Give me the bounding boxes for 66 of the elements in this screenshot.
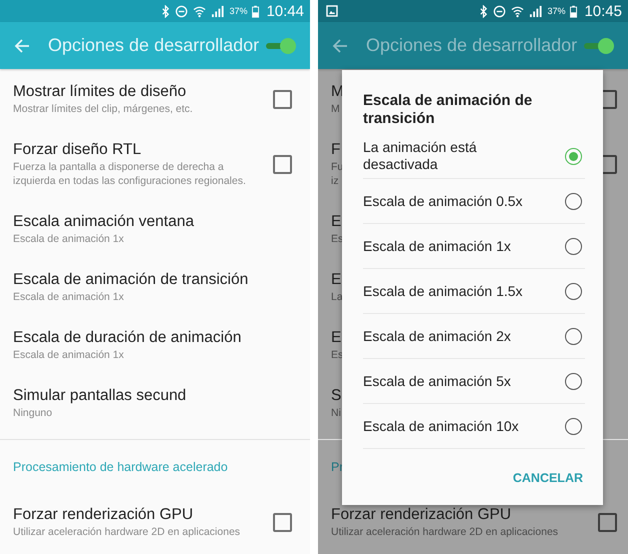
do-not-disturb-icon bbox=[175, 4, 188, 18]
clock: 10:45 bbox=[584, 2, 622, 20]
toolbar-title: Opciones de desarrollador bbox=[48, 35, 260, 56]
checkbox[interactable] bbox=[598, 512, 617, 532]
setting-title: S bbox=[331, 386, 342, 406]
option-row[interactable]: Escala de animación 1x bbox=[363, 224, 585, 269]
setting-title: Escala de animación de transición bbox=[13, 270, 248, 290]
radio-button[interactable] bbox=[565, 418, 582, 434]
battery-percent: 37% bbox=[547, 6, 566, 16]
back-arrow-icon bbox=[14, 38, 30, 54]
setting-description: Escala de animación 1x bbox=[13, 232, 124, 246]
wifi-icon bbox=[511, 4, 524, 18]
option-row[interactable]: Escala de animación 5x bbox=[363, 359, 585, 404]
setting-title: Escala de duración de animación bbox=[13, 328, 242, 348]
radio-button[interactable] bbox=[565, 238, 582, 254]
section-header: Procesamiento de hardware acelerado bbox=[13, 460, 228, 474]
checkbox[interactable] bbox=[273, 90, 292, 108]
do-not-disturb-icon bbox=[493, 4, 506, 18]
option-row[interactable]: Escala de animación 2x bbox=[363, 314, 585, 359]
battery-icon bbox=[570, 4, 578, 18]
setting-title: E bbox=[331, 212, 342, 232]
setting-description: Mostrar límites del clip, márgenes, etc. bbox=[13, 102, 193, 116]
signal-icon bbox=[211, 4, 224, 18]
setting-title: Simular pantallas secund bbox=[13, 386, 186, 406]
setting-title: Forzar renderización GPU bbox=[13, 505, 194, 525]
setting-description: Escala de animación 1x bbox=[13, 290, 124, 304]
setting-title: F bbox=[331, 140, 340, 160]
option-row[interactable]: Escala de animación 1.5x bbox=[363, 269, 585, 314]
radio-button[interactable] bbox=[565, 192, 582, 210]
setting-title: Forzar diseño RTL bbox=[13, 140, 142, 160]
wifi-icon bbox=[193, 4, 206, 18]
radio-button[interactable] bbox=[565, 282, 582, 300]
setting-title: E bbox=[331, 270, 342, 290]
setting-description: M bbox=[331, 102, 340, 116]
radio-button[interactable] bbox=[565, 372, 582, 390]
setting-description: Utilizar aceleración hardware 2D en aplicaciones bbox=[13, 525, 240, 539]
radio-button[interactable] bbox=[565, 148, 582, 164]
clock: 10:44 bbox=[266, 2, 304, 20]
section-header: Pr bbox=[331, 460, 344, 474]
battery-percent: 37% bbox=[229, 6, 248, 16]
toolbar-title: Opciones de desarrollador bbox=[366, 35, 578, 56]
option-row[interactable]: Escala de animación 10x bbox=[363, 404, 585, 449]
setting-title: Forzar renderización GPU bbox=[331, 505, 512, 525]
dialog-title: Escala de animación de transición bbox=[363, 91, 534, 128]
setting-description: Utilizar aceleración hardware 2D en aplicaciones bbox=[331, 525, 558, 539]
bluetooth-icon bbox=[479, 4, 488, 18]
image-icon bbox=[326, 5, 338, 17]
radio-button[interactable] bbox=[565, 328, 582, 344]
option-row[interactable]: La animación está desactivada bbox=[363, 134, 585, 179]
setting-description: Ninguno bbox=[13, 406, 52, 420]
setting-description: Ni bbox=[331, 406, 341, 420]
signal-icon bbox=[529, 4, 542, 18]
back-arrow-icon bbox=[332, 38, 348, 54]
setting-title: Escala animación ventana bbox=[13, 212, 194, 232]
checkbox[interactable] bbox=[273, 154, 292, 174]
toggle-switch[interactable] bbox=[584, 38, 614, 54]
toggle-switch[interactable] bbox=[266, 38, 296, 54]
bluetooth-icon bbox=[161, 4, 170, 18]
option-row[interactable]: Escala de animación 0.5x bbox=[363, 179, 585, 224]
setting-title: Mostrar límites de diseño bbox=[13, 82, 186, 102]
battery-icon bbox=[252, 4, 260, 18]
setting-title: E bbox=[331, 328, 342, 348]
setting-description: Escala de animación 1x bbox=[13, 348, 124, 362]
setting-description: La bbox=[331, 290, 343, 304]
checkbox[interactable] bbox=[273, 512, 292, 532]
setting-description: Fuerza la pantalla a disponerse de derecha a izquierda en todas las configuraciones regionales. bbox=[13, 160, 247, 188]
